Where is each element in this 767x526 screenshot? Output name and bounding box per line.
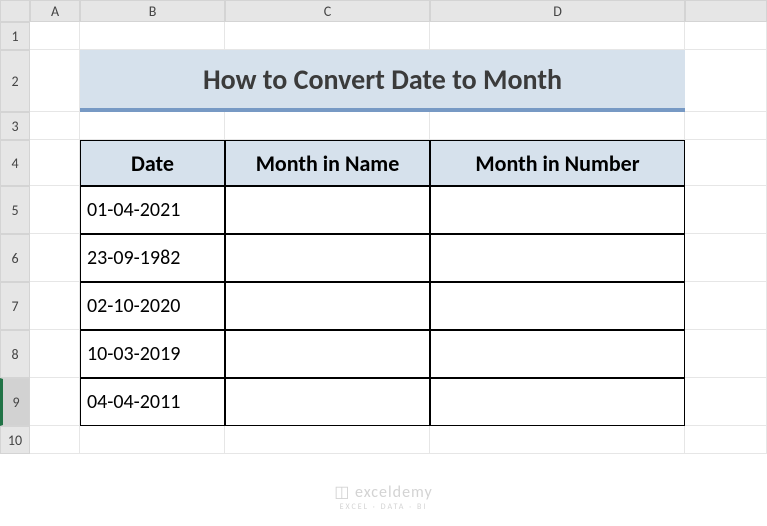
cell-a3[interactable] xyxy=(30,112,80,140)
cell-a1[interactable] xyxy=(30,22,80,50)
col-header-d[interactable]: D xyxy=(430,0,685,22)
table-cell-mnum-1[interactable] xyxy=(430,234,685,282)
cell-c10[interactable] xyxy=(225,426,430,454)
cell-e4[interactable] xyxy=(685,140,767,186)
row-header-1[interactable]: 1 xyxy=(0,22,30,50)
watermark-logo-icon: ◫ xyxy=(334,483,355,502)
spreadsheet-grid: A B C D 1 2 How to Convert Date to Month… xyxy=(0,0,767,454)
cell-e6[interactable] xyxy=(685,234,767,282)
row-header-4[interactable]: 4 xyxy=(0,140,30,186)
cell-e10[interactable] xyxy=(685,426,767,454)
cell-a5[interactable] xyxy=(30,186,80,234)
cell-b10[interactable] xyxy=(80,426,225,454)
cell-a2[interactable] xyxy=(30,50,80,112)
row-header-8[interactable]: 8 xyxy=(0,330,30,378)
table-header-month-name[interactable]: Month in Name xyxy=(225,140,430,186)
table-cell-date-2[interactable]: 02-10-2020 xyxy=(80,282,225,330)
table-cell-date-1[interactable]: 23-09-1982 xyxy=(80,234,225,282)
cell-e3[interactable] xyxy=(685,112,767,140)
watermark-tagline: EXCEL · DATA · BI xyxy=(0,502,767,512)
table-cell-mnum-2[interactable] xyxy=(430,282,685,330)
table-cell-mname-0[interactable] xyxy=(225,186,430,234)
table-cell-mname-4[interactable] xyxy=(225,378,430,426)
col-header-b[interactable]: B xyxy=(80,0,225,22)
cell-e2[interactable] xyxy=(685,50,767,112)
cell-e8[interactable] xyxy=(685,330,767,378)
table-cell-mname-3[interactable] xyxy=(225,330,430,378)
cell-e5[interactable] xyxy=(685,186,767,234)
row-header-10[interactable]: 10 xyxy=(0,426,30,454)
table-header-date[interactable]: Date xyxy=(80,140,225,186)
watermark-brand: exceldemy xyxy=(355,483,433,502)
row-header-9[interactable]: 9 xyxy=(0,378,30,426)
cell-b1[interactable] xyxy=(80,22,225,50)
cell-e1[interactable] xyxy=(685,22,767,50)
row-header-5[interactable]: 5 xyxy=(0,186,30,234)
cell-c1[interactable] xyxy=(225,22,430,50)
cell-e9[interactable] xyxy=(685,378,767,426)
row-header-6[interactable]: 6 xyxy=(0,234,30,282)
table-cell-mnum-3[interactable] xyxy=(430,330,685,378)
cell-a9[interactable] xyxy=(30,378,80,426)
table-cell-mname-1[interactable] xyxy=(225,234,430,282)
cell-a10[interactable] xyxy=(30,426,80,454)
table-cell-mnum-4[interactable] xyxy=(430,378,685,426)
row-header-2[interactable]: 2 xyxy=(0,50,30,112)
col-header-c[interactable]: C xyxy=(225,0,430,22)
table-cell-date-3[interactable]: 10-03-2019 xyxy=(80,330,225,378)
cell-a6[interactable] xyxy=(30,234,80,282)
cell-a8[interactable] xyxy=(30,330,80,378)
row-header-3[interactable]: 3 xyxy=(0,112,30,140)
watermark: ◫ exceldemy EXCEL · DATA · BI xyxy=(0,482,767,512)
table-cell-date-0[interactable]: 01-04-2021 xyxy=(80,186,225,234)
cell-a4[interactable] xyxy=(30,140,80,186)
table-cell-mnum-0[interactable] xyxy=(430,186,685,234)
cell-d3[interactable] xyxy=(430,112,685,140)
cell-b3[interactable] xyxy=(80,112,225,140)
cell-c3[interactable] xyxy=(225,112,430,140)
table-cell-mname-2[interactable] xyxy=(225,282,430,330)
table-cell-date-4[interactable]: 04-04-2011 xyxy=(80,378,225,426)
col-header-a[interactable]: A xyxy=(30,0,80,22)
page-title: How to Convert Date to Month xyxy=(80,50,685,112)
cell-a7[interactable] xyxy=(30,282,80,330)
col-header-blank[interactable] xyxy=(685,0,767,22)
table-header-month-number[interactable]: Month in Number xyxy=(430,140,685,186)
row-header-7[interactable]: 7 xyxy=(0,282,30,330)
cell-d1[interactable] xyxy=(430,22,685,50)
cell-e7[interactable] xyxy=(685,282,767,330)
select-all-corner[interactable] xyxy=(0,0,30,22)
cell-d10[interactable] xyxy=(430,426,685,454)
